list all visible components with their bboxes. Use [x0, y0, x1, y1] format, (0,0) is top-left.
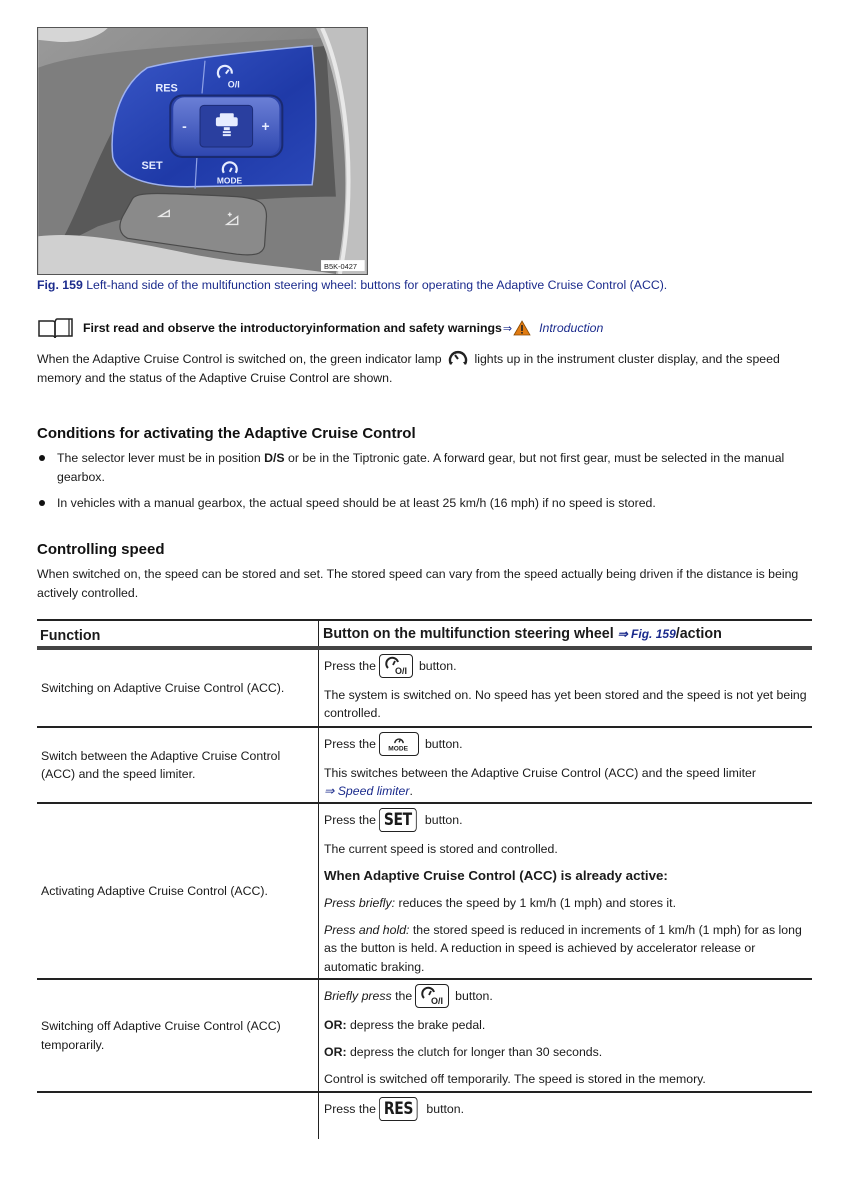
mode-button-label: MODE [388, 746, 408, 753]
action-cell: Press the SET button. The current speed … [318, 804, 812, 978]
figure-caption: Fig. 159 Left-hand side of the multifunc… [37, 278, 667, 292]
safety-note-text: First read and observe the introductoryi… [83, 321, 502, 335]
table-row: Switching off Adaptive Cruise Control (A… [37, 980, 812, 1093]
header-action-text: Button on the multifunction steering whe… [323, 626, 618, 642]
action-cell: Press the O/I button. The system is swit… [318, 650, 812, 726]
function-cell: Switch between the Adaptive Cruise Contr… [41, 748, 281, 782]
or-label: OR: [324, 1017, 347, 1032]
res-button-icon: RES [378, 1097, 418, 1121]
button-text: button. [424, 812, 463, 827]
figure-set-label: SET [141, 160, 163, 172]
function-table: Function Button on the multifunction ste… [37, 619, 812, 1139]
table-row: Switching on Adaptive Cruise Control (AC… [37, 650, 812, 728]
figure-mode-label: MODE [217, 176, 243, 186]
button-text: button. [426, 1101, 465, 1116]
safety-note: First read and observe the introductoryi… [37, 317, 603, 339]
controlling-speed-paragraph: When switched on, the speed can be store… [37, 567, 799, 600]
onoff-button-icon: O/I [415, 984, 450, 1008]
table-row: Activating Adaptive Cruise Control (ACC)… [37, 804, 812, 980]
figure-plus-label: + [262, 118, 270, 134]
action-description: This switches between the Adaptive Cruis… [324, 765, 756, 780]
action-cell: Briefly press the O/I button. OR: depres… [318, 980, 812, 1091]
warning-icon [513, 320, 531, 336]
figure-code: B5K-0427 [324, 262, 357, 271]
action-cell: Press the RES button. [318, 1093, 812, 1139]
function-cell [37, 1093, 318, 1139]
gear-position: D/S [264, 451, 285, 465]
press-text: Press the [324, 1101, 376, 1116]
press-text: the [391, 988, 413, 1003]
condition-text: In vehicles with a manual gearbox, the a… [57, 496, 656, 510]
header-function: Function [40, 628, 101, 644]
condition-text: The selector lever must be in position [57, 451, 265, 465]
briefly-press-text: Briefly press [324, 988, 392, 1003]
action-description: Control is switched off temporarily. The… [324, 1071, 706, 1086]
cruise-indicator-lamp-icon [448, 351, 468, 365]
function-cell: Switching off Adaptive Cruise Control (A… [41, 1019, 281, 1052]
fig-159-link[interactable]: ⇒ Fig. 159 [618, 627, 676, 641]
introduction-link[interactable]: Introduction [539, 321, 603, 335]
press-text: Press the [324, 736, 376, 751]
onoff-button-icon: O/I [378, 654, 413, 678]
figure-minus-label: - [182, 118, 187, 134]
figure-number[interactable]: Fig. 159 [37, 278, 83, 292]
action-description: The system is switched on. No speed has … [324, 687, 807, 721]
condition-item: The selector lever must be in position D… [37, 449, 812, 486]
acc-indicator-paragraph: When the Adaptive Cruise Control is swit… [37, 350, 812, 388]
button-text: button. [418, 658, 457, 673]
arrow-icon: ⇒ [502, 322, 513, 335]
header-action-suffix: /action [675, 626, 722, 642]
header-action: Button on the multifunction steering whe… [318, 621, 812, 646]
press-text: Press the [324, 658, 376, 673]
or-label: OR: [324, 1044, 347, 1059]
press-hold-label: Press and hold: [324, 922, 410, 937]
figure-res-label: RES [155, 82, 177, 94]
function-cell: Switching on Adaptive Cruise Control (AC… [41, 680, 285, 695]
steering-wheel-figure: - + RES SET O/I MODE B5K-0427 [37, 27, 368, 275]
onoff-button-label: O/I [431, 996, 443, 1006]
punctuation: . [409, 784, 413, 798]
controlling-speed-heading: Controlling speed [37, 541, 165, 558]
conditions-heading: Conditions for activating the Adaptive C… [37, 425, 416, 442]
acc-active-subheading: When Adaptive Cruise Control (ACC) is al… [324, 867, 668, 883]
mode-button-icon: MODE [378, 732, 419, 756]
press-briefly-label: Press briefly: [324, 895, 396, 910]
figure-onoff-label: O/I [228, 80, 240, 90]
onoff-button-label: O/I [395, 666, 407, 676]
speed-limiter-link[interactable]: ⇒ Speed limiter [324, 784, 409, 798]
button-text: button. [424, 736, 463, 751]
table-row: Press the RES button. [37, 1093, 812, 1139]
press-text: Press the [324, 812, 376, 827]
figure-caption-text: Left-hand side of the multifunction stee… [82, 278, 668, 292]
book-icon [38, 318, 73, 339]
table-row: Switch between the Adaptive Cruise Contr… [37, 728, 812, 804]
set-button-icon: SET [378, 808, 417, 832]
or-text: depress the clutch for longer than 30 se… [346, 1044, 603, 1059]
para1-text-before: When the Adaptive Cruise Control is swit… [37, 352, 446, 366]
table-header: Function Button on the multifunction ste… [37, 619, 812, 650]
or-text: depress the brake pedal. [346, 1017, 486, 1032]
button-text: button. [455, 988, 493, 1003]
action-description: The current speed is stored and controll… [324, 841, 558, 856]
action-cell: Press the MODE button. This switches bet… [318, 728, 812, 802]
press-briefly-text: reduces the speed by 1 km/h (1 mph) and … [395, 895, 676, 910]
condition-item: In vehicles with a manual gearbox, the a… [37, 494, 812, 513]
conditions-list: The selector lever must be in position D… [37, 449, 812, 521]
function-cell: Activating Adaptive Cruise Control (ACC)… [41, 883, 268, 898]
